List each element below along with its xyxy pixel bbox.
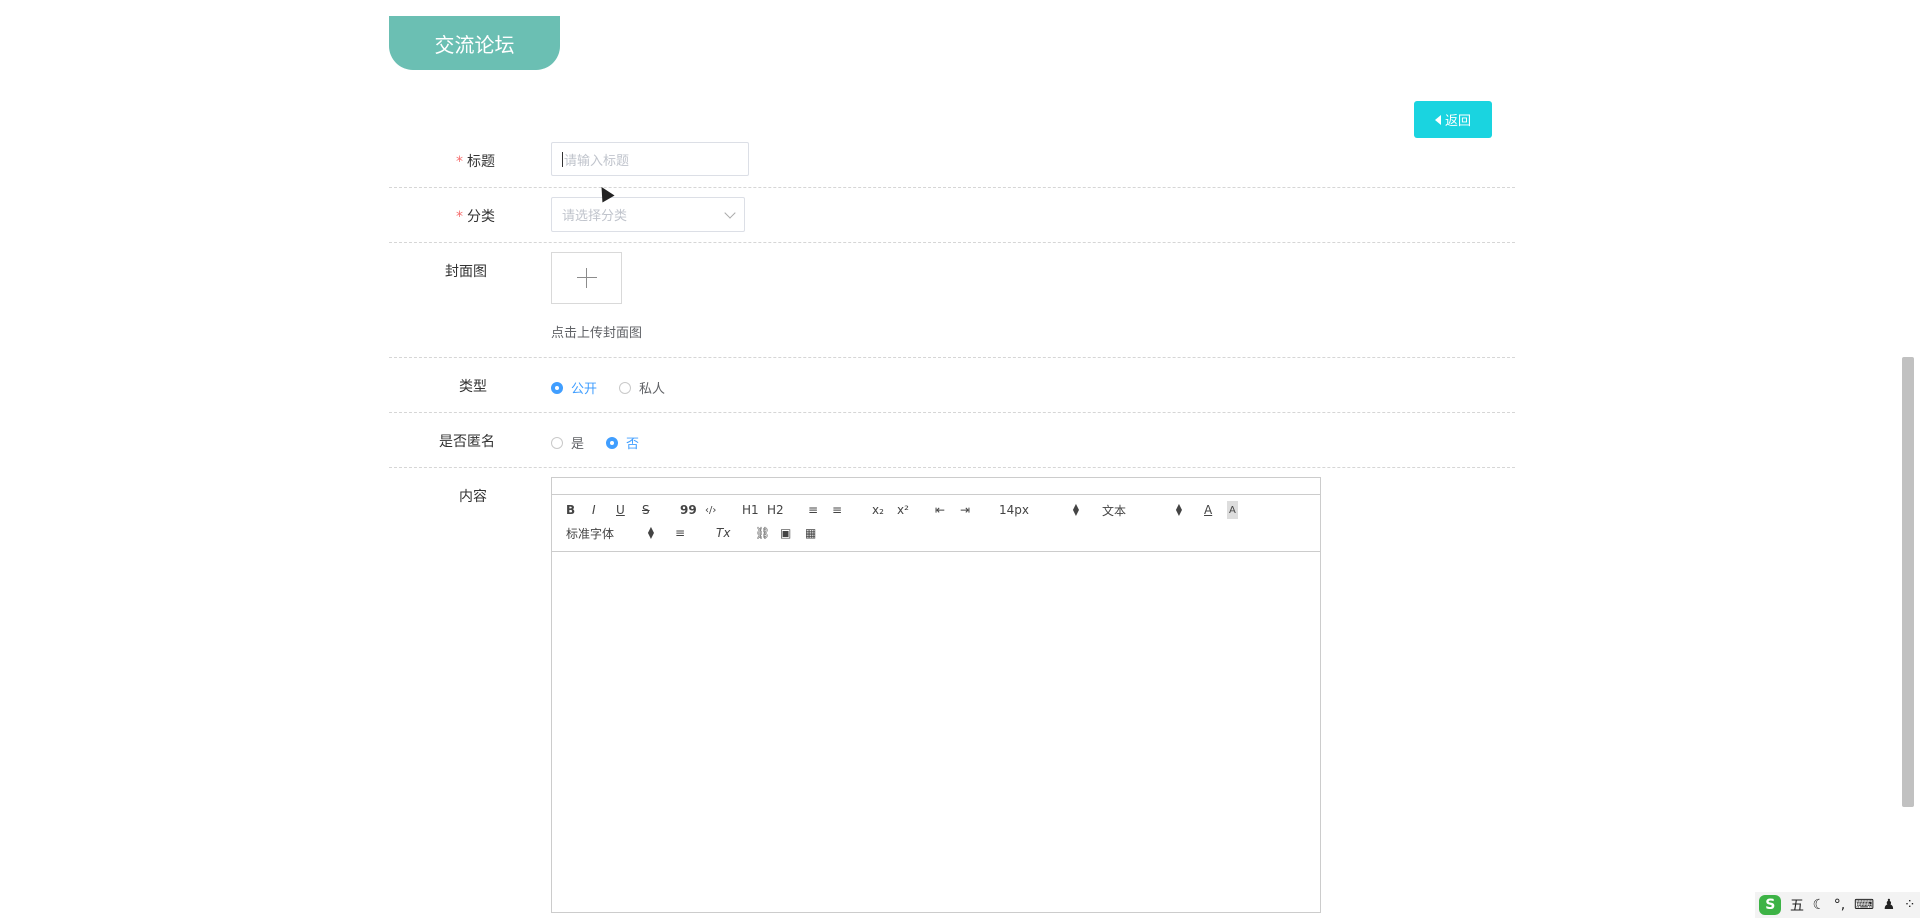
category-label-row: * 分类 — [345, 206, 495, 226]
align-button[interactable]: ≡ — [675, 524, 685, 542]
divider — [389, 412, 1515, 413]
updown-arrows-icon: ▲ ▼ — [1072, 502, 1079, 517]
bold-button[interactable]: B — [566, 501, 575, 519]
user-icon[interactable]: ♟ — [1883, 897, 1896, 913]
chevron-down-icon — [724, 206, 736, 219]
divider — [389, 467, 1515, 468]
radio-anonymous-no[interactable]: 否 — [606, 433, 639, 452]
strike-button[interactable]: S — [642, 501, 650, 519]
indent-button[interactable]: ⇥ — [960, 501, 970, 519]
size-select[interactable]: 14px ▲ ▼ — [999, 501, 1079, 519]
anonymous-label: 是否匿名 — [439, 434, 495, 450]
h1-button[interactable]: H1 — [742, 501, 759, 519]
title-label: 标题 — [467, 154, 495, 170]
divider — [389, 357, 1515, 358]
type-label: 类型 — [459, 379, 487, 395]
anonymous-radio-group: 是 否 — [551, 433, 661, 452]
background-color-button[interactable]: A — [1227, 501, 1238, 519]
title-input[interactable]: 请输入标题 — [551, 142, 749, 176]
ordered-list-button[interactable]: ≡ — [808, 501, 818, 519]
clean-format-button[interactable]: Tx — [716, 524, 730, 542]
radio-type-public[interactable]: 公开 — [551, 378, 597, 397]
type-radio-group: 公开 私人 — [551, 378, 687, 397]
grid-icon[interactable]: ⁘ — [1904, 897, 1916, 913]
punctuation-icon[interactable]: °, — [1834, 897, 1845, 913]
divider — [389, 187, 1515, 188]
radio-type-private[interactable]: 私人 — [619, 378, 665, 397]
forum-tab-title: 交流论坛 — [389, 16, 560, 70]
radio-label: 公开 — [571, 382, 598, 397]
size-select-value: 14px — [999, 503, 1029, 517]
video-button[interactable]: ▦ — [805, 524, 816, 542]
moon-icon[interactable]: ☾ — [1813, 897, 1826, 913]
radio-dot — [551, 381, 563, 394]
superscript-button[interactable]: x² — [897, 501, 909, 519]
updown-arrows-icon: ▲ ▼ — [1175, 502, 1182, 517]
keyboard-icon[interactable]: ⌨ — [1854, 897, 1874, 913]
back-button-label: 返回 — [1444, 114, 1471, 129]
updown-arrows-icon: ▲ ▼ — [647, 525, 654, 540]
back-button[interactable]: 返回 — [1414, 101, 1492, 138]
required-star: * — [456, 154, 463, 170]
subscript-button[interactable]: x₂ — [872, 501, 884, 519]
radio-label: 是 — [571, 437, 585, 452]
h2-button[interactable]: H2 — [767, 501, 784, 519]
radio-anonymous-yes[interactable]: 是 — [551, 433, 584, 452]
rich-text-editor: B I U S 99 ‹/› H1 H2 ≡ ≡ x₂ x² ⇤ ⇥ 14px … — [551, 477, 1321, 913]
title-placeholder: 请输入标题 — [564, 153, 630, 169]
category-label: 分类 — [467, 209, 495, 225]
font-color-button[interactable]: A — [1204, 501, 1212, 519]
cover-upload-hint: 点击上传封面图 — [551, 326, 643, 341]
font-select[interactable]: 标准字体 ▲ ▼ — [566, 524, 654, 542]
ime-toolbar: S 五 ☾ °, ⌨ ♟ ⁘ — [1755, 892, 1920, 918]
cover-label: 封面图 — [445, 264, 487, 280]
divider — [389, 242, 1515, 243]
page-scrollbar-thumb[interactable] — [1902, 357, 1914, 807]
editor-top-strip — [552, 478, 1320, 495]
text-caret — [562, 151, 563, 167]
radio-dot — [606, 436, 619, 449]
link-button[interactable]: ⛓ — [755, 524, 770, 542]
bullet-list-button[interactable]: ≡ — [832, 501, 842, 519]
radio-label: 私人 — [639, 382, 666, 397]
italic-button[interactable]: I — [592, 501, 596, 519]
plus-icon — [576, 268, 597, 288]
radio-dot — [551, 436, 563, 449]
code-block-button[interactable]: ‹/› — [705, 501, 716, 519]
title-label-row: * 标题 — [345, 151, 495, 171]
header-select-value: 文本 — [1102, 503, 1127, 518]
blockquote-button[interactable]: 99 — [680, 501, 697, 519]
font-select-value: 标准字体 — [566, 526, 615, 541]
cover-upload-button[interactable] — [551, 252, 622, 304]
underline-button[interactable]: U — [616, 501, 625, 519]
category-select[interactable]: 请选择分类 — [551, 197, 745, 232]
radio-dot — [619, 381, 632, 394]
caret-left-icon — [1434, 114, 1441, 125]
content-label: 内容 — [459, 489, 487, 505]
header-select[interactable]: 文本 ▲ ▼ — [1102, 501, 1182, 519]
image-button[interactable]: ▣ — [780, 524, 791, 542]
category-placeholder: 请选择分类 — [562, 209, 628, 224]
editor-content-area[interactable] — [552, 551, 1320, 912]
editor-toolbar: B I U S 99 ‹/› H1 H2 ≡ ≡ x₂ x² ⇤ ⇥ 14px … — [552, 495, 1320, 552]
ime-logo-icon[interactable]: S — [1759, 895, 1782, 915]
outdent-button[interactable]: ⇤ — [935, 501, 945, 519]
ime-mode[interactable]: 五 — [1790, 895, 1804, 915]
radio-label: 否 — [626, 437, 640, 452]
required-star: * — [456, 209, 463, 225]
